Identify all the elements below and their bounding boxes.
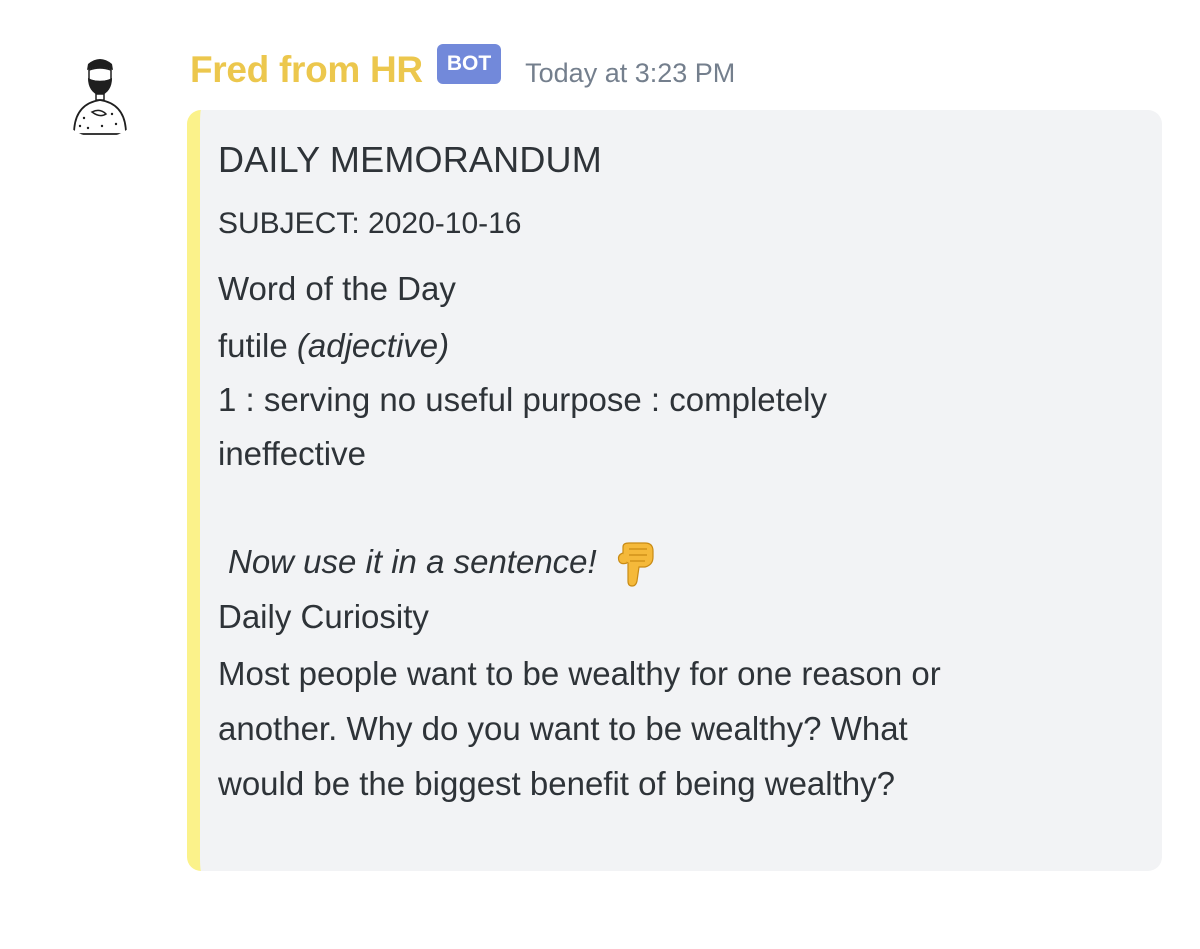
embed-subject: SUBJECT: 2020-10-16 xyxy=(218,207,522,241)
curiosity-line-3: would be the biggest benefit of being we… xyxy=(218,765,895,803)
field-name-word-of-the-day: Word of the Day xyxy=(218,270,456,308)
field-value-word-of-the-day: futile (adjective) 1 : serving no useful… xyxy=(218,319,1142,589)
prompt-text: Now use it in a sentence! xyxy=(228,542,597,580)
prompt-line: Now use it in a sentence! xyxy=(218,535,1142,589)
field-value-daily-curiosity: Most people want to be wealthy for one r… xyxy=(218,646,1142,811)
curiosity-line-2: another. Why do you want to be wealthy? … xyxy=(218,710,908,748)
bearded-man-avatar-icon xyxy=(73,59,127,135)
part-of-speech: (adjective) xyxy=(296,326,450,364)
backhand-index-pointing-down-icon xyxy=(615,541,657,587)
message-header: Fred from HR BOT Today at 3:23 PM xyxy=(190,40,735,100)
word-line: futile (adjective) xyxy=(218,319,1142,373)
avatar[interactable] xyxy=(52,42,148,138)
bot-badge: BOT xyxy=(436,44,502,84)
message-embed: DAILY MEMORANDUM SUBJECT: 2020-10-16 Wor… xyxy=(187,110,1162,871)
field-name-daily-curiosity: Daily Curiosity xyxy=(218,597,429,635)
embed-title: DAILY MEMORANDUM xyxy=(218,139,602,180)
username[interactable]: Fred from HR xyxy=(190,49,423,91)
word: futile xyxy=(218,326,288,364)
definition-line-2: ineffective xyxy=(218,434,366,472)
curiosity-line-1: Most people want to be wealthy for one r… xyxy=(218,655,941,693)
message-timestamp[interactable]: Today at 3:23 PM xyxy=(525,58,735,89)
definition-line-1: 1 : serving no useful purpose : complete… xyxy=(218,380,828,418)
